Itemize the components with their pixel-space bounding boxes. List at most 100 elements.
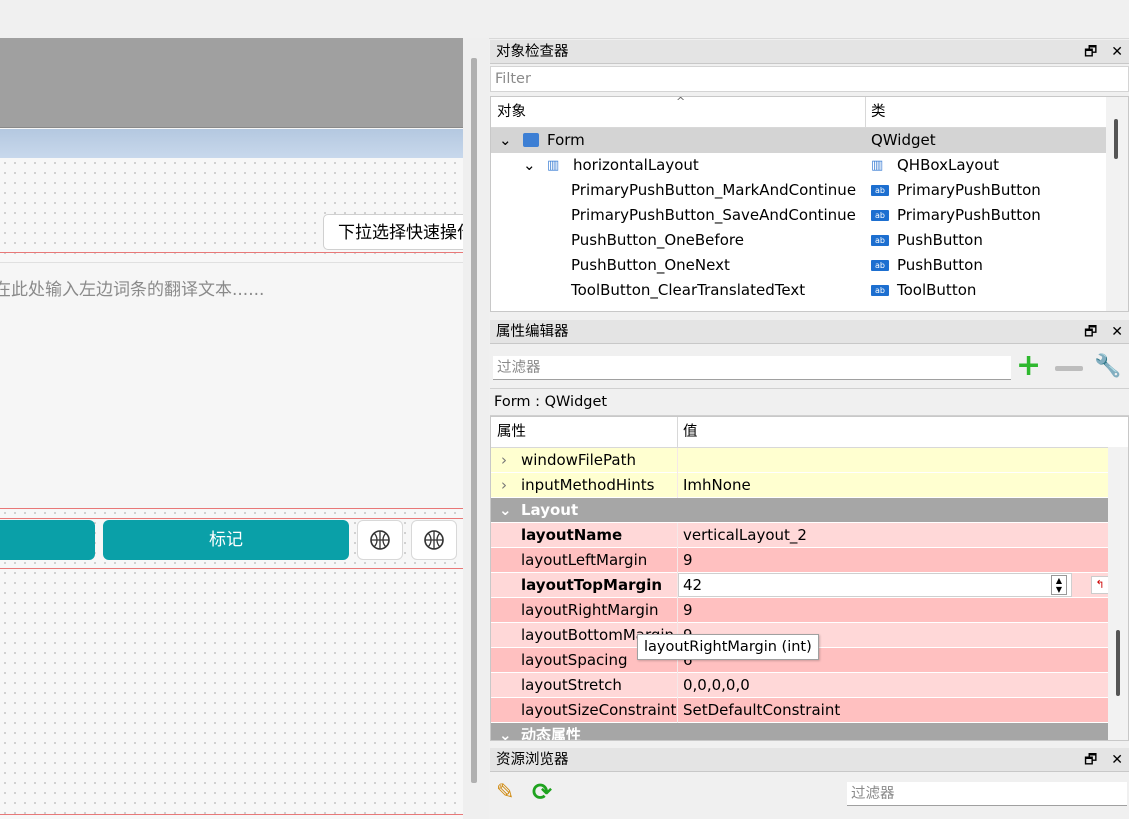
property-name: layoutName	[521, 526, 623, 544]
button-class-icon: ab	[871, 210, 889, 221]
close-icon[interactable]: ✕	[1111, 40, 1123, 64]
property-table-scrollbar[interactable]	[1108, 447, 1128, 740]
remove-property-icon[interactable]	[1055, 366, 1083, 371]
reset-property-icon[interactable]: ↰	[1091, 576, 1109, 594]
property-name: layoutSizeConstraint	[521, 701, 677, 719]
float-icon[interactable]: 🗗	[1084, 748, 1097, 772]
object-tree-header: 对象 ^ 类	[491, 97, 1128, 128]
layout-boundary-line	[0, 518, 463, 519]
tree-row[interactable]: PushButton_OneNext ab PushButton	[491, 253, 1128, 278]
property-row-layoutSizeConstraint[interactable]: layoutSizeConstraint SetDefaultConstrain…	[491, 698, 1128, 723]
tree-row-name: PushButton_OneNext	[571, 256, 730, 274]
resource-filter-input[interactable]: 过滤器	[847, 782, 1127, 806]
object-inspector-panel: 对象检查器 🗗 ✕ Filter 对象 ^ 类 ⌄ Form QWidget ⌄ …	[490, 40, 1129, 314]
tree-row-name: Form	[547, 131, 585, 149]
property-value[interactable]: 0,0,0,0,0	[683, 673, 750, 698]
expand-arrow-icon[interactable]: ›	[501, 473, 507, 498]
tree-row-name: PushButton_OneBefore	[571, 231, 744, 249]
save-continue-button[interactable]	[0, 520, 95, 560]
configure-wrench-icon[interactable]: 🔧	[1094, 354, 1121, 379]
tree-row[interactable]: PushButton_OneBefore ab PushButton	[491, 228, 1128, 253]
property-value[interactable]: verticalLayout_2	[683, 523, 807, 548]
property-group-layout[interactable]: ⌄ Layout	[491, 498, 1128, 523]
property-row-layoutLeftMargin[interactable]: layoutLeftMargin 9	[491, 548, 1128, 573]
property-name: layoutLeftMargin	[521, 551, 648, 569]
property-table-header: 属性 值	[491, 417, 1128, 448]
collapse-arrow-icon[interactable]: ⌄	[499, 498, 512, 523]
property-value[interactable]: SetDefaultConstraint	[683, 698, 840, 723]
basketball-icon	[424, 530, 444, 550]
translation-text-edit[interactable]: 在此处输入左边词条的翻译文本......	[0, 262, 463, 509]
property-value[interactable]: ImhNone	[683, 473, 751, 498]
property-value[interactable]: 9	[683, 598, 693, 623]
previous-button[interactable]	[357, 520, 403, 560]
layout-boundary-line	[0, 814, 463, 815]
object-filter-input[interactable]: Filter	[490, 66, 1129, 92]
property-tooltip: layoutRightMargin (int)	[637, 634, 819, 660]
dock-splitter[interactable]	[463, 38, 489, 819]
property-filter-input[interactable]: 过滤器	[493, 356, 1011, 380]
object-inspector-title: 对象检查器 🗗 ✕	[490, 40, 1129, 64]
col-object[interactable]: 对象	[497, 97, 526, 127]
tree-row[interactable]: PrimaryPushButton_SaveAndContinue ab Prim…	[491, 203, 1128, 228]
layout-boundary-line	[0, 508, 463, 509]
form-title-area	[0, 38, 463, 128]
resource-browser-panel: 资源浏览器 🗗 ✕ ✎ ⟳ 过滤器	[490, 748, 1129, 819]
close-icon[interactable]: ✕	[1111, 320, 1123, 344]
panel-title: 属性编辑器	[496, 324, 569, 340]
property-context-label: Form : QWidget	[490, 388, 1129, 416]
panel-title: 对象检查器	[496, 44, 569, 60]
property-row-windowFilePath[interactable]: › windowFilePath	[491, 448, 1128, 473]
spin-arrows-icon[interactable]: ▲ ▼	[1051, 575, 1067, 595]
object-tree-scrollbar[interactable]	[1106, 97, 1128, 311]
hbox-layout-icon: ▥	[547, 158, 560, 173]
mark-button[interactable]: 标记	[103, 520, 349, 560]
top-margin-spinbox[interactable]: 42 ▲ ▼	[678, 573, 1072, 597]
expand-arrow-icon[interactable]: ›	[501, 448, 507, 473]
col-class[interactable]: 类	[871, 97, 886, 127]
float-icon[interactable]: 🗗	[1084, 320, 1097, 344]
edit-resources-pencil-icon[interactable]: ✎	[496, 780, 514, 805]
tree-row-class: PrimaryPushButton	[897, 181, 1041, 199]
property-row-layoutName[interactable]: layoutName verticalLayout_2	[491, 523, 1128, 548]
tree-row-class: QWidget	[871, 131, 936, 149]
tree-row[interactable]: ⌄ Form QWidget	[491, 128, 1128, 153]
property-name: layoutTopMargin	[521, 576, 663, 594]
property-row-inputMethodHints[interactable]: › inputMethodHints ImhNone	[491, 473, 1128, 498]
property-row-layoutRightMargin[interactable]: layoutRightMargin 9	[491, 598, 1128, 623]
property-row-layoutStretch[interactable]: layoutStretch 0,0,0,0,0	[491, 673, 1128, 698]
quick-action-dropdown[interactable]: 下拉选择快速操作	[323, 214, 473, 250]
tree-row[interactable]: ToolButton_ClearTranslatedText ab ToolBut…	[491, 278, 1128, 303]
spinbox-value[interactable]: 42	[683, 573, 702, 598]
add-dynamic-property-icon[interactable]: +	[1016, 351, 1041, 381]
next-button[interactable]	[411, 520, 457, 560]
translation-placeholder: 在此处输入左边词条的翻译文本......	[0, 280, 265, 300]
property-group-dynamic[interactable]: ⌄ 动态属性	[491, 723, 1128, 740]
property-row-layoutTopMargin[interactable]: layoutTopMargin 42 ▲ ▼ ↰	[491, 573, 1128, 598]
tree-row-class: PushButton	[897, 231, 983, 249]
basketball-icon	[370, 530, 390, 550]
tree-row-name: PrimaryPushButton_SaveAndContinue	[571, 206, 856, 224]
expand-arrow-icon[interactable]: ⌄	[523, 153, 536, 178]
tree-row[interactable]: ⌄ ▥ horizontalLayout ▥ QHBoxLayout	[491, 153, 1128, 178]
canvas-scrollbar[interactable]	[471, 58, 477, 783]
group-name: Layout	[521, 501, 579, 519]
sort-arrow-icon: ^	[676, 96, 686, 108]
col-property[interactable]: 属性	[497, 417, 526, 447]
property-name: inputMethodHints	[521, 476, 655, 494]
expand-arrow-icon[interactable]: ⌄	[499, 128, 512, 153]
property-value[interactable]: 9	[683, 548, 693, 573]
resource-browser-title: 资源浏览器 🗗 ✕	[490, 748, 1129, 772]
property-name: layoutSpacing	[521, 651, 628, 669]
col-value[interactable]: 值	[683, 417, 698, 447]
property-name: layoutRightMargin	[521, 601, 659, 619]
reload-icon[interactable]: ⟳	[532, 778, 552, 806]
tree-row-class: ToolButton	[897, 281, 977, 299]
tree-row-name: PrimaryPushButton_MarkAndContinue	[571, 181, 857, 199]
top-bar	[0, 0, 1129, 39]
tree-row[interactable]: PrimaryPushButton_MarkAndContinue ab Prim…	[491, 178, 1128, 203]
collapse-arrow-icon[interactable]: ⌄	[499, 723, 512, 740]
close-icon[interactable]: ✕	[1111, 748, 1123, 772]
layout-boundary-line	[0, 252, 463, 253]
float-icon[interactable]: 🗗	[1084, 40, 1097, 64]
